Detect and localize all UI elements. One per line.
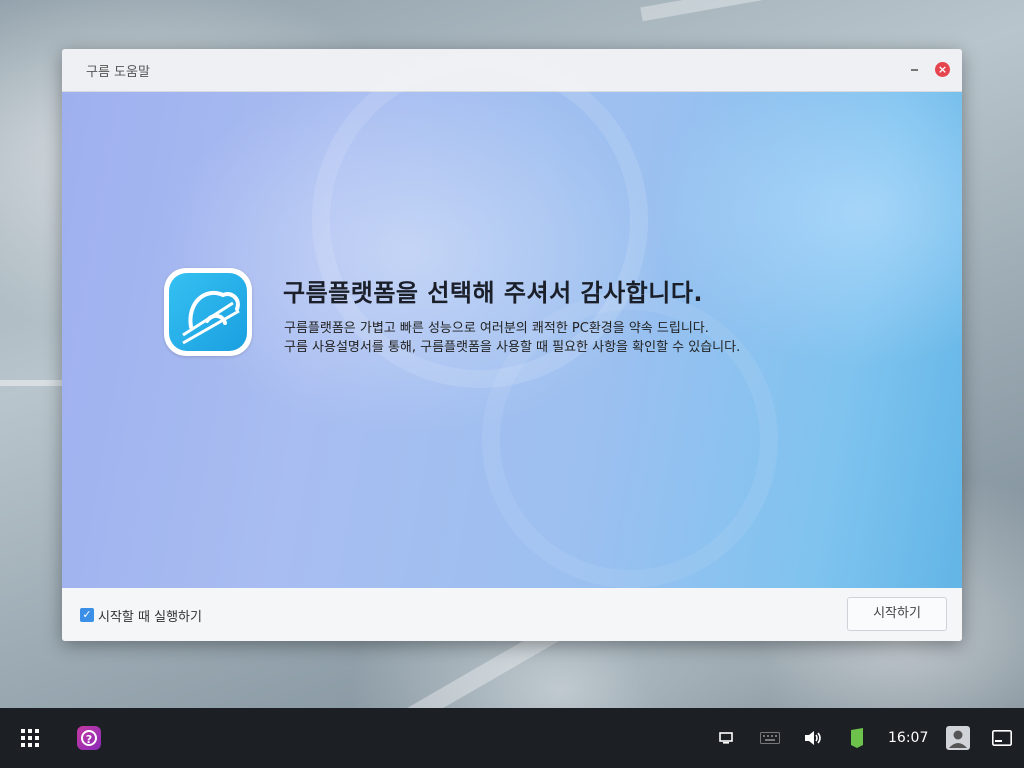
welcome-banner: 구름플랫폼을 선택해 주셔서 감사합니다. 구름플랫폼은 가볍고 빠른 성능으로… <box>62 52 962 588</box>
desktop-icon[interactable] <box>716 708 736 768</box>
minimize-button[interactable] <box>908 61 922 75</box>
desktop-wallpaper-streak <box>640 0 840 22</box>
welcome-description: 구름플랫폼은 가볍고 빠른 성능으로 여러분의 쾌적한 PC환경을 약속 드립니… <box>284 319 740 357</box>
apps-grid-icon[interactable] <box>18 708 42 768</box>
description-line: 구름플랫폼은 가볍고 빠른 성능으로 여러분의 쾌적한 PC환경을 약속 드립니… <box>284 321 709 336</box>
user-icon[interactable] <box>944 708 972 768</box>
close-button[interactable]: × <box>935 62 950 77</box>
help-app-icon[interactable]: ? <box>76 708 102 768</box>
taskbar: ? 16:07 <box>0 708 1024 768</box>
start-button[interactable]: 시작하기 <box>847 597 947 631</box>
help-window: 구름 도움말 × 구름플랫폼을 선택해 주셔서 감사합니다. 구름플랫폼은 가볍… <box>62 49 962 641</box>
gooroom-logo-icon <box>164 268 252 356</box>
keyboard-icon[interactable] <box>758 708 782 768</box>
autostart-checkbox[interactable]: ✓ <box>80 608 94 622</box>
autostart-label[interactable]: 시작할 때 실행하기 <box>98 606 202 625</box>
window-footer: ✓ 시작할 때 실행하기 시작하기 <box>62 588 962 641</box>
welcome-heading: 구름플랫폼을 선택해 주셔서 감사합니다. <box>283 279 704 307</box>
clock[interactable]: 16:07 <box>888 708 928 768</box>
volume-icon[interactable] <box>802 708 824 768</box>
description-line: 구름 사용설명서를 통해, 구름플랫폼을 사용할 때 필요한 사항을 확인할 수… <box>284 340 741 355</box>
show-desktop-icon[interactable] <box>990 708 1014 768</box>
battery-icon[interactable] <box>848 708 866 768</box>
window-title: 구름 도움말 <box>86 64 150 80</box>
